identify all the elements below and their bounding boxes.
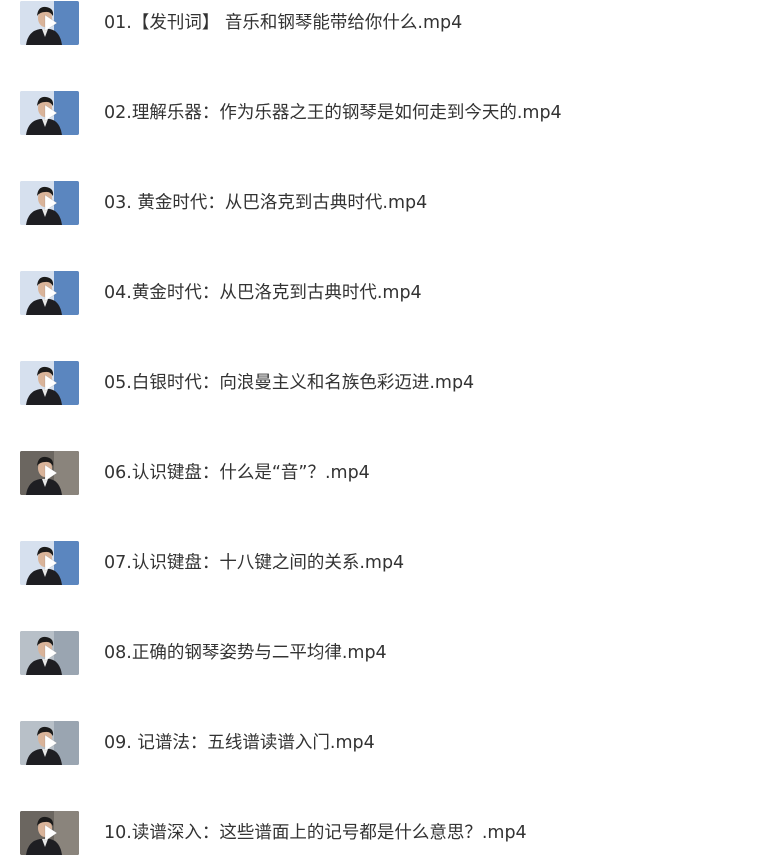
play-icon — [44, 824, 58, 842]
file-name: 02.理解乐器：作为乐器之王的钢琴是如何走到今天的.mp4 — [104, 103, 562, 123]
video-thumbnail-icon — [20, 721, 79, 765]
play-icon — [44, 14, 58, 32]
video-file-list: 01.【发刊词】 音乐和钢琴能带给你什么.mp4 02.理解乐器：作为乐器之王的… — [0, 0, 780, 866]
file-row[interactable]: 05.白银时代：向浪曼主义和名族色彩迈进.mp4 — [0, 353, 780, 413]
file-row[interactable]: 01.【发刊词】 音乐和钢琴能带给你什么.mp4 — [0, 0, 780, 53]
video-thumbnail-icon — [20, 271, 79, 315]
file-name: 01.【发刊词】 音乐和钢琴能带给你什么.mp4 — [104, 13, 463, 33]
file-name: 08.正确的钢琴姿势与二平均律.mp4 — [104, 643, 387, 663]
video-thumbnail-icon — [20, 1, 79, 45]
file-name: 07.认识键盘：十八键之间的关系.mp4 — [104, 553, 405, 573]
file-name: 05.白银时代：向浪曼主义和名族色彩迈进.mp4 — [104, 373, 475, 393]
video-thumbnail-icon — [20, 361, 79, 405]
video-thumbnail-icon — [20, 451, 79, 495]
play-icon — [44, 284, 58, 302]
play-icon — [44, 554, 58, 572]
file-row[interactable]: 08.正确的钢琴姿势与二平均律.mp4 — [0, 623, 780, 683]
play-icon — [44, 374, 58, 392]
file-name: 10.读谱深入：这些谱面上的记号都是什么意思？.mp4 — [104, 823, 527, 843]
file-name: 04.黄金时代：从巴洛克到古典时代.mp4 — [104, 283, 422, 303]
video-thumbnail-icon — [20, 811, 79, 855]
file-name: 06.认识键盘：什么是“音”？.mp4 — [104, 463, 370, 483]
file-row[interactable]: 04.黄金时代：从巴洛克到古典时代.mp4 — [0, 263, 780, 323]
file-row[interactable]: 03. 黄金时代：从巴洛克到古典时代.mp4 — [0, 173, 780, 233]
video-thumbnail-icon — [20, 181, 79, 225]
file-row[interactable]: 10.读谱深入：这些谱面上的记号都是什么意思？.mp4 — [0, 803, 780, 863]
file-row[interactable]: 07.认识键盘：十八键之间的关系.mp4 — [0, 533, 780, 593]
video-thumbnail-icon — [20, 631, 79, 675]
play-icon — [44, 194, 58, 212]
file-name: 03. 黄金时代：从巴洛克到古典时代.mp4 — [104, 193, 428, 213]
file-row[interactable]: 06.认识键盘：什么是“音”？.mp4 — [0, 443, 780, 503]
video-thumbnail-icon — [20, 541, 79, 585]
play-icon — [44, 644, 58, 662]
play-icon — [44, 464, 58, 482]
play-icon — [44, 104, 58, 122]
file-name: 09. 记谱法：五线谱读谱入门.mp4 — [104, 733, 375, 753]
file-row[interactable]: 02.理解乐器：作为乐器之王的钢琴是如何走到今天的.mp4 — [0, 83, 780, 143]
file-row[interactable]: 09. 记谱法：五线谱读谱入门.mp4 — [0, 713, 780, 773]
play-icon — [44, 734, 58, 752]
video-thumbnail-icon — [20, 91, 79, 135]
